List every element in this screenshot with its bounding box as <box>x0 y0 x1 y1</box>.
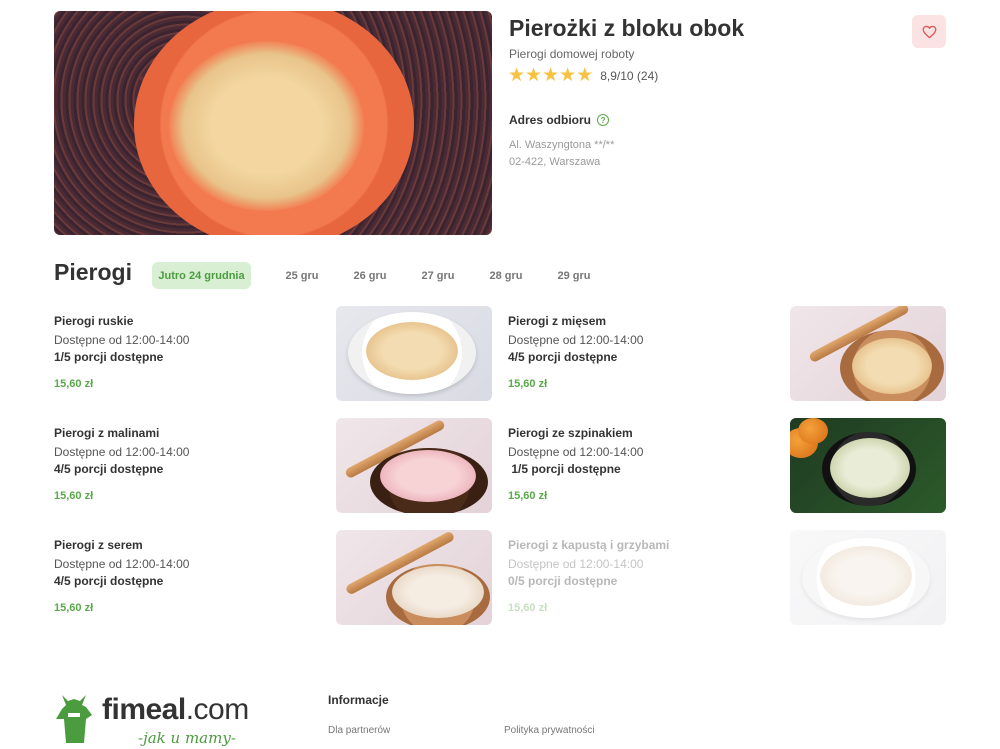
menu-item-name: Pierogi z serem <box>54 538 143 552</box>
star-icon: ★ <box>508 65 526 86</box>
pickup-address-label: Adres odbioru <box>509 113 592 127</box>
menu-item-price: 15,60 zł <box>54 490 94 502</box>
rating: ★ ★ ★ ★ ★ 8,9/10 (24) <box>508 66 658 86</box>
menu-item-image[interactable] <box>790 530 946 625</box>
menu-section-title: Pierogi <box>54 259 132 285</box>
menu-item-availability: 4/5 porcji dostępne <box>54 462 164 476</box>
hero-dumplings <box>169 41 364 211</box>
logo-wordmark: fimeal.com <box>102 693 249 727</box>
tab-date-26[interactable]: 26 gru <box>347 262 393 289</box>
star-icon: ★ <box>542 65 560 86</box>
menu-item-hours: Dostępne od 12:00-14:00 <box>508 557 644 571</box>
site-logo[interactable]: fimeal.com -jak u mamy- <box>54 693 284 749</box>
heart-icon <box>922 25 936 38</box>
menu-item-image[interactable] <box>336 530 492 625</box>
menu-item-hours: Dostępne od 12:00-14:00 <box>54 333 190 347</box>
rating-text: 8,9/10 (24) <box>600 69 659 83</box>
menu-item-price: 15,60 zł <box>508 490 548 502</box>
star-icon: ★ <box>525 65 543 86</box>
star-icon: ★ <box>576 65 594 86</box>
menu-item-name: Pierogi z kapustą i grzybami <box>508 538 670 552</box>
question-circle-icon[interactable]: ? <box>597 114 610 126</box>
restaurant-subtitle: Pierogi domowej roboty <box>509 47 635 61</box>
address-line-2: 02-422, Warszawa <box>509 156 601 168</box>
pickup-address-title: Adres odbioru ? <box>509 113 610 127</box>
menu-item-price: 15,60 zł <box>508 378 548 390</box>
tab-date-24[interactable]: Jutro 24 grudnia <box>152 262 251 289</box>
menu-item-availability: 4/5 porcji dostępne <box>54 574 164 588</box>
restaurant-name: Pierożki z bloku obok <box>509 15 745 41</box>
menu-item-image[interactable] <box>790 306 946 401</box>
tab-date-27[interactable]: 27 gru <box>415 262 461 289</box>
menu-item-hours: Dostępne od 12:00-14:00 <box>508 333 644 347</box>
star-icon: ★ <box>559 65 577 86</box>
menu-item-image[interactable] <box>336 306 492 401</box>
footer-info-heading: Informacje <box>328 693 389 707</box>
menu-item-image[interactable] <box>790 418 946 513</box>
menu-item-price: 15,60 zł <box>54 378 94 390</box>
footer-link-privacy[interactable]: Polityka prywatności <box>504 725 595 736</box>
chef-apron-icon <box>56 695 92 743</box>
tab-date-29[interactable]: 29 gru <box>551 262 597 289</box>
logo-main: fimeal <box>102 693 186 726</box>
menu-item-name: Pierogi ruskie <box>54 314 134 328</box>
menu-item-availability: 4/5 porcji dostępne <box>508 350 618 364</box>
menu-item-image[interactable] <box>336 418 492 513</box>
menu-item-name: Pierogi z mięsem <box>508 314 607 328</box>
menu-item-hours: Dostępne od 12:00-14:00 <box>54 445 190 459</box>
logo-tagline: -jak u mamy- <box>138 729 236 747</box>
address-line-1: Al. Waszyngtona **/** <box>509 139 615 151</box>
menu-item-availability: 1/5 porcji dostępne <box>54 350 164 364</box>
logo-suffix: .com <box>185 693 250 726</box>
menu-item-hours: Dostępne od 12:00-14:00 <box>508 445 644 459</box>
restaurant-hero-image <box>54 11 492 235</box>
footer-link-partners[interactable]: Dla partnerów <box>328 725 390 736</box>
tab-date-25[interactable]: 25 gru <box>279 262 325 289</box>
menu-item-price: 15,60 zł <box>508 602 548 614</box>
favorite-button[interactable] <box>912 15 946 48</box>
tab-date-28[interactable]: 28 gru <box>483 262 529 289</box>
menu-item-name: Pierogi z malinami <box>54 426 160 440</box>
menu-item-availability: 0/5 porcji dostępne <box>508 574 618 588</box>
menu-item-name: Pierogi ze szpinakiem <box>508 426 633 440</box>
menu-item-price: 15,60 zł <box>54 602 94 614</box>
menu-item-availability: 1/5 porcji dostępne <box>508 462 621 476</box>
menu-item-hours: Dostępne od 12:00-14:00 <box>54 557 190 571</box>
